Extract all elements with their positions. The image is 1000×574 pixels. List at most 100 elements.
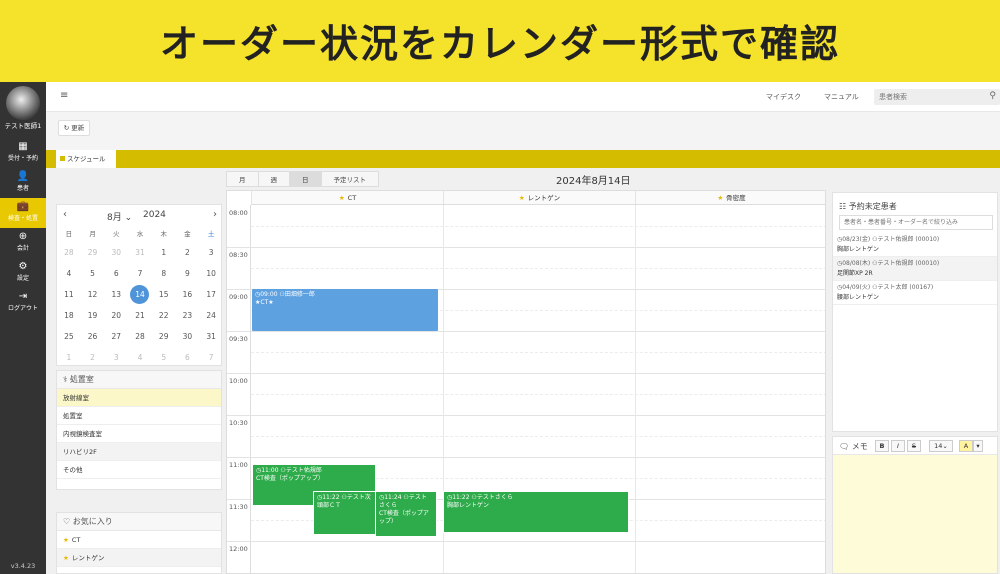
calendar-day[interactable]: 5 [152, 348, 176, 367]
room-item[interactable]: その他 [57, 461, 221, 479]
calendar-day[interactable]: 6 [104, 264, 128, 283]
italic-button[interactable]: I [891, 440, 905, 452]
calendar-day[interactable]: 29 [81, 243, 105, 262]
sidebar-item-settings[interactable]: ⚙ 設定 [0, 258, 46, 288]
calendar-day[interactable]: 30 [104, 243, 128, 262]
favorite-item[interactable]: ★ レントゲン [57, 549, 221, 567]
chevron-right-icon[interactable]: › [213, 209, 217, 220]
schedule-event[interactable]: ◷11:22 ⚇テスト次 頭部ＣＴ [313, 491, 377, 535]
calendar-day[interactable]: 10 [199, 264, 223, 283]
unscheduled-item[interactable]: ◷04/09(火) ⚇テスト太郎 (00167) 腰部レントゲン [833, 281, 997, 305]
calendar-year[interactable]: 2024 [143, 210, 166, 220]
patient-search-input[interactable] [874, 89, 982, 105]
memo-editor[interactable] [833, 455, 997, 573]
refresh-button[interactable]: ↻ 更新 [58, 120, 90, 136]
sidebar-item-logout[interactable]: ⇥ ログアウト [0, 288, 46, 318]
schedule-event[interactable]: ◷11:24 ⚇テスト さくら CT検査（ポップアップ） [375, 491, 437, 537]
schedule-event[interactable]: ◷11:22 ⚇テストさくら 胸部レントゲン [443, 491, 629, 533]
room-item[interactable]: 処置室 [57, 407, 221, 425]
unscheduled-item[interactable]: ◷08/23(金) ⚇テスト佑規郎 (00010) 胸部レントゲン [833, 233, 997, 257]
calendar-day[interactable]: 17 [199, 285, 223, 304]
calendar-day[interactable]: 14 [128, 285, 152, 304]
calendar-day[interactable]: 26 [81, 327, 105, 346]
sidebar-item-patient[interactable]: 👤 患者 [0, 168, 46, 198]
room-item[interactable]: 放射線室 [57, 389, 221, 407]
calendar-day[interactable]: 20 [104, 306, 128, 325]
chevron-down-icon[interactable]: ▾ [973, 440, 983, 452]
my-desk-link[interactable]: マイデスク [766, 92, 801, 102]
calendar-icon: ▦ [18, 141, 28, 152]
calendar-month[interactable]: 8月 ⌄ [107, 210, 132, 223]
avatar[interactable] [6, 86, 40, 120]
sidebar-item-accounting[interactable]: ⊕ 会計 [0, 228, 46, 258]
calendar-day[interactable]: 25 [57, 327, 81, 346]
app-window: テスト医師1 ▦ 受付・予約 👤 患者 💼 検査・処置 ⊕ 会計 ⚙ 設定 ⇥ … [0, 82, 1000, 574]
calendar-day[interactable]: 11 [57, 285, 81, 304]
tab-schedule[interactable]: スケジュール [56, 150, 116, 168]
grid-half-line [251, 394, 825, 395]
search-icon[interactable]: ⚲ [989, 91, 996, 101]
calendar-day[interactable]: 3 [199, 243, 223, 262]
text-color-button[interactable]: A [959, 440, 973, 452]
calendar-day[interactable]: 12 [81, 285, 105, 304]
room-item[interactable]: 内視鏡検査室 [57, 425, 221, 443]
view-list-button[interactable]: 予定リスト [320, 171, 379, 187]
schedule-event[interactable]: ◷09:00 ⚇田畑修一郎 ★CT★ [252, 289, 438, 331]
font-size-select[interactable]: 14⌄ [929, 440, 953, 452]
calendar-day[interactable]: 24 [199, 306, 223, 325]
favorite-item[interactable]: ★ CT [57, 531, 221, 549]
calendar-day[interactable]: 30 [176, 327, 200, 346]
calendar-day[interactable]: 29 [152, 327, 176, 346]
calendar-day[interactable]: 22 [152, 306, 176, 325]
manual-link[interactable]: マニュアル [824, 92, 859, 102]
chevron-left-icon[interactable]: ‹ [63, 209, 67, 220]
calendar-day[interactable]: 19 [81, 306, 105, 325]
calendar-day[interactable]: 15 [152, 285, 176, 304]
calendar-day[interactable]: 13 [104, 285, 128, 304]
star-icon: ★ [518, 194, 525, 202]
memo-panel: 🗨 メモ B I S 14⌄ A ▾ [832, 436, 998, 574]
calendar-day[interactable]: 1 [57, 348, 81, 367]
calendar-day[interactable]: 8 [152, 264, 176, 283]
room-item[interactable]: リハビリ2F [57, 443, 221, 461]
weekday-label: 土 [207, 230, 215, 238]
memo-title: 🗨 メモ [839, 442, 868, 451]
calendar-day[interactable]: 31 [199, 327, 223, 346]
sidebar-item-reception[interactable]: ▦ 受付・予約 [0, 138, 46, 168]
grid-half-line [251, 268, 825, 269]
weekday-label: 水 [136, 230, 144, 238]
calendar-day[interactable]: 7 [128, 264, 152, 283]
strike-button[interactable]: S [907, 440, 921, 452]
calendar-day[interactable]: 9 [176, 264, 200, 283]
sidebar-item-label: 受付・予約 [7, 155, 38, 162]
menu-icon[interactable]: ≡ [60, 90, 68, 101]
sidebar: テスト医師1 ▦ 受付・予約 👤 患者 💼 検査・処置 ⊕ 会計 ⚙ 設定 ⇥ … [0, 82, 46, 574]
view-month-button[interactable]: 月 [226, 171, 259, 187]
calendar-day[interactable]: 28 [128, 327, 152, 346]
calendar-day[interactable]: 21 [128, 306, 152, 325]
calendar-day[interactable]: 27 [104, 327, 128, 346]
unscheduled-title: ☷ 予約未定患者 [839, 202, 897, 211]
calendar-day[interactable]: 16 [176, 285, 200, 304]
view-day-button[interactable]: 日 [289, 171, 322, 187]
view-tabs: 月 週 日 予定リスト [226, 171, 379, 187]
calendar-day[interactable]: 18 [57, 306, 81, 325]
calendar-day[interactable]: 23 [176, 306, 200, 325]
calendar-day[interactable]: 1 [152, 243, 176, 262]
unscheduled-filter-input[interactable] [839, 215, 993, 230]
calendar-day[interactable]: 5 [81, 264, 105, 283]
calendar-day[interactable]: 4 [128, 348, 152, 367]
calendar-day[interactable]: 6 [176, 348, 200, 367]
calendar-day[interactable]: 31 [128, 243, 152, 262]
bold-button[interactable]: B [875, 440, 889, 452]
calendar-day[interactable]: 28 [57, 243, 81, 262]
sidebar-item-exam[interactable]: 💼 検査・処置 [0, 198, 46, 228]
calendar-day[interactable]: 2 [176, 243, 200, 262]
user-name: テスト医師1 [4, 122, 42, 130]
view-week-button[interactable]: 週 [257, 171, 290, 187]
calendar-day[interactable]: 4 [57, 264, 81, 283]
calendar-day[interactable]: 3 [104, 348, 128, 367]
unscheduled-item[interactable]: ◷08/08(木) ⚇テスト佑規郎 (00010) 足関節XP 2R [833, 257, 997, 281]
calendar-day[interactable]: 7 [199, 348, 223, 367]
calendar-day[interactable]: 2 [81, 348, 105, 367]
